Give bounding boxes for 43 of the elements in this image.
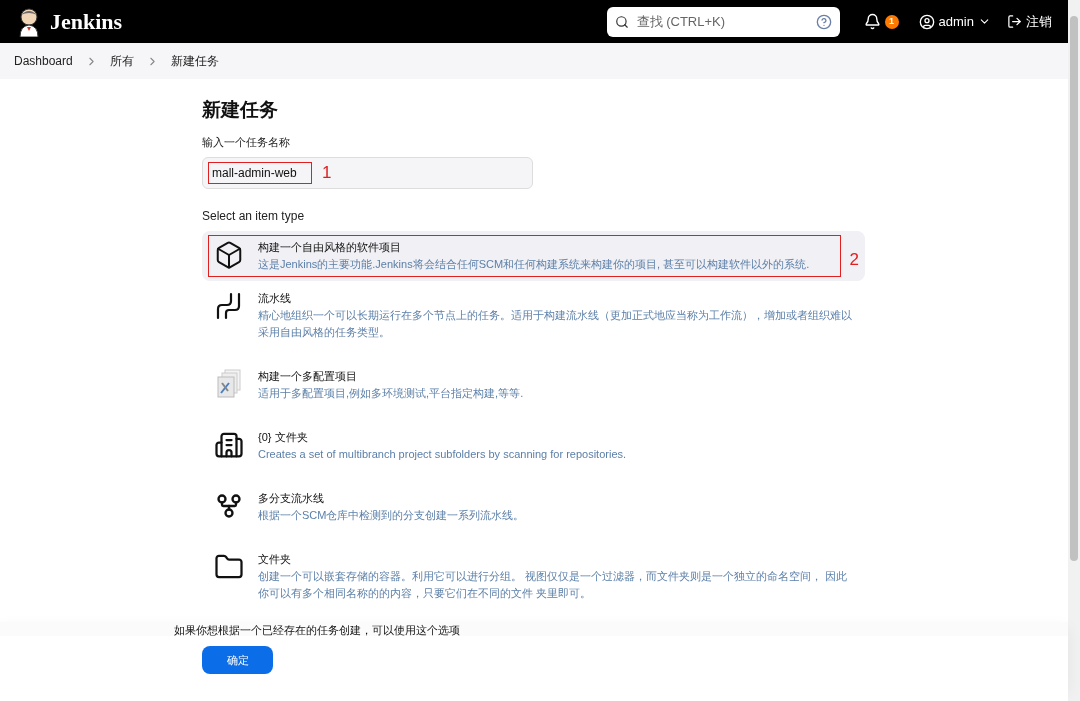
item-type-option[interactable]: 构建一个自由风格的软件项目 这是Jenkins的主要功能.Jenkins将会结合任何SCM和任何构建系统来构建你的项目, 甚至可以构建软件以外的系统. 2 xyxy=(202,231,865,281)
breadcrumb-link[interactable]: 新建任务 xyxy=(170,52,219,70)
annotation-number: 2 xyxy=(849,249,859,271)
butler-logo-icon xyxy=(16,6,42,37)
item-type-description: Creates a set of multibranch project subfolders by scanning for repositories. xyxy=(258,447,628,462)
notifications-icon[interactable] xyxy=(863,13,881,30)
brand-name[interactable]: Jenkins xyxy=(50,5,123,38)
item-type-description: 适用于多配置项目,例如多环境测试,平台指定构建,等等. xyxy=(258,386,525,401)
user-menu[interactable]: admin xyxy=(918,11,991,32)
help-icon[interactable] xyxy=(815,13,832,30)
field-label: 输入一个任务名称 xyxy=(202,135,291,149)
search-icon xyxy=(614,14,629,29)
scrollbar[interactable] xyxy=(1068,0,1080,701)
logout-link[interactable]: 注销 xyxy=(1007,11,1052,32)
cube-icon xyxy=(214,240,244,270)
breadcrumb-link[interactable]: Dashboard xyxy=(14,52,73,70)
item-type-title: 文件夹 xyxy=(258,552,292,567)
building-icon xyxy=(214,430,244,460)
branch-icon xyxy=(215,492,243,520)
item-type-title: 多分支流水线 xyxy=(258,491,325,506)
item-type-description: 精心地组织一个可以长期运行在多个节点上的任务。适用于构建流水线（更加正式地应当称为工作流），增加或者组织难以采用自由风格的任务类型。 xyxy=(258,308,853,340)
logout-icon xyxy=(1007,14,1022,29)
annotation-number: 1 xyxy=(322,162,332,185)
item-type-title: {0} 文件夹 xyxy=(258,430,309,445)
item-type-description: 这是Jenkins的主要功能.Jenkins将会结合任何SCM和任何构建系统来构建你的项目, 甚至可以构建软件以外的系统. xyxy=(258,257,811,272)
search-input[interactable]: 查找 (CTRL+K) xyxy=(636,11,808,32)
ok-button[interactable]: 确定 xyxy=(202,646,273,674)
task-name-field[interactable]: mall-admin-web 1 xyxy=(202,157,533,189)
section-label: Select an item type xyxy=(202,209,306,223)
item-type-title: 流水线 xyxy=(258,291,292,306)
item-type-description: 根据一个SCM仓库中检测到的分支创建一系列流水线。 xyxy=(258,508,526,523)
notification-count: 1 xyxy=(884,14,899,29)
item-type-title: 构建一个多配置项目 xyxy=(258,369,358,384)
copy-hint: 如果你想根据一个已经存在的任务创建，可以使用这个选项 xyxy=(0,622,1068,636)
user-icon xyxy=(918,13,935,30)
page-title: 新建任务 xyxy=(202,98,279,122)
item-type-title: 构建一个自由风格的软件项目 xyxy=(258,240,402,255)
pipeline-icon xyxy=(215,292,243,320)
stacked-documents-icon xyxy=(216,369,242,399)
search-field[interactable]: 查找 (CTRL+K) xyxy=(606,6,840,37)
task-name-input[interactable]: mall-admin-web xyxy=(208,162,312,184)
breadcrumb-link[interactable]: 所有 xyxy=(109,52,134,70)
item-type-description: 创建一个可以嵌套存储的容器。利用它可以进行分组。 视图仅仅是一个过滤器，而文件夹则是一个独立的命名空间， 因此你可以有多个相同名称的的内容，只要它们在不同的文件 夹里即可。 xyxy=(258,569,849,601)
